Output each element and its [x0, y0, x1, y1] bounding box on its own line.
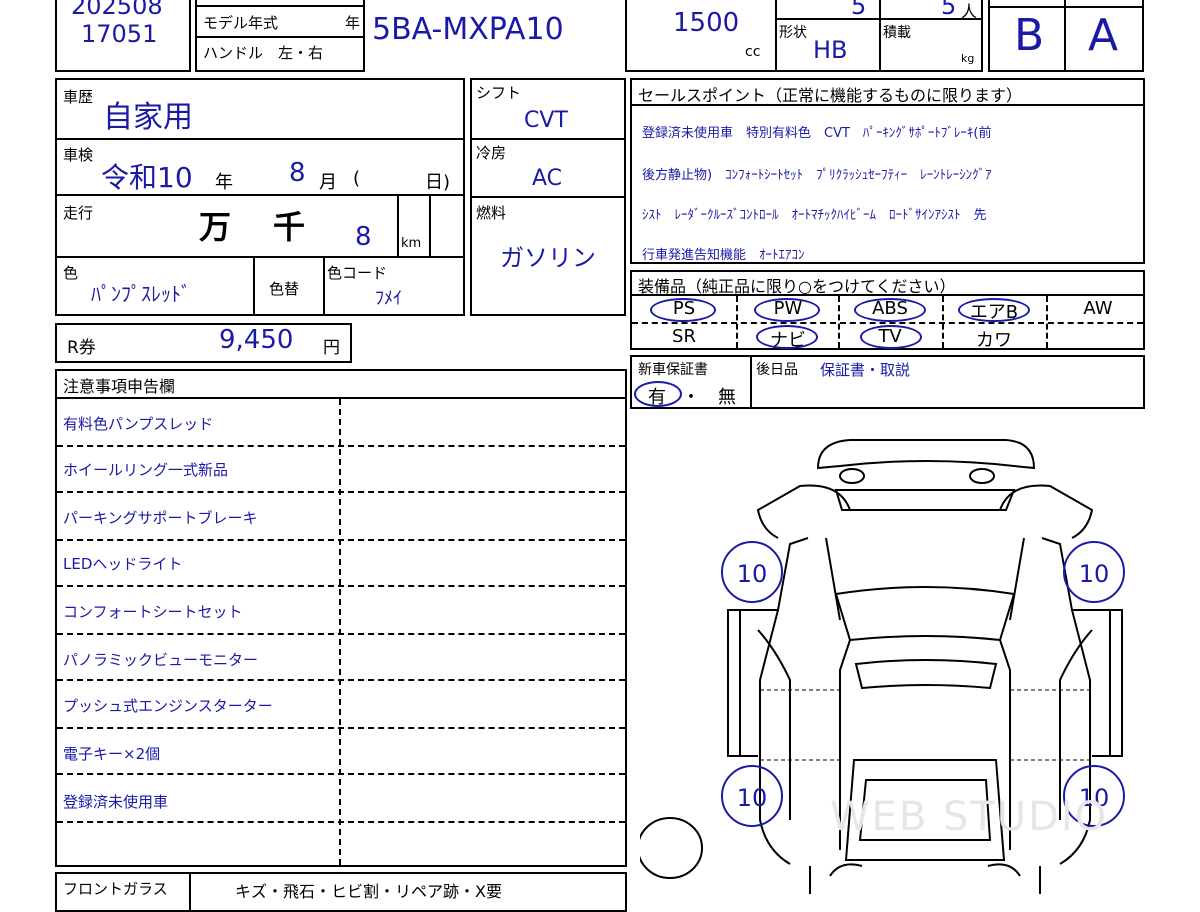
note-item: 登録済未使用車: [63, 793, 169, 811]
model-year-label: モデル年式: [203, 14, 279, 32]
capacity: 5: [941, 0, 957, 20]
note-item: ホイールリング一式新品: [63, 461, 229, 479]
color-code-label: 色コード: [327, 264, 388, 282]
inspection-label: 車検: [63, 146, 94, 164]
equip-leather: カワ: [976, 330, 1012, 351]
history-label: 車歴: [63, 88, 94, 106]
tire-rear-left: 10: [737, 784, 768, 812]
note-item: パーキングサポートブレーキ: [63, 509, 258, 527]
equipment-box: 装備品（純正品に限り○をつけてください） PS PW ABS エアB AW SR…: [630, 270, 1145, 351]
note-item: 有料色パンプスレッド: [63, 415, 214, 433]
inspection-month-unit: 月: [319, 172, 337, 193]
inspection-era: 令和10: [101, 161, 193, 194]
color-code-value: ﾌﾒｲ: [375, 288, 402, 309]
sales-line-4: 行車発進告知機能 ｵｰﾄｴｱｺﾝ: [642, 248, 805, 263]
model-year-box: モデル年式 年 ハンドル 左・右: [195, 0, 365, 72]
sales-line-1: 登録済未使用車 特別有料色 CVT ﾊﾟｰｷﾝｸﾞｻﾎﾟｰﾄﾌﾞﾚｰｷ(前: [642, 126, 992, 141]
windshield-options: キズ・飛石・ヒビ割・リペア跡・X要: [235, 882, 502, 901]
windshield-box: フロントガラス キズ・飛石・ヒビ割・リペア跡・X要: [55, 872, 627, 912]
shape-value: HB: [813, 36, 848, 64]
load-label: 積載: [883, 25, 911, 41]
note-item: 電子キー×2個: [63, 745, 161, 763]
circle-ps: [650, 298, 716, 322]
grade-exterior: B: [1014, 10, 1045, 61]
displacement: 1500: [673, 8, 740, 38]
shift-box: シフト CVT 冷房 AC 燃料 ガソリン: [470, 78, 626, 316]
capacity-unit: 人: [961, 2, 978, 21]
shape-label: 形状: [779, 25, 807, 41]
mileage-man: 万: [199, 208, 232, 246]
grade-interior: A: [1088, 10, 1119, 61]
equip-aw: AW: [1083, 298, 1113, 319]
circle-abs: [854, 298, 926, 322]
color-label: 色: [63, 264, 79, 282]
warranty-no: 無: [718, 387, 736, 408]
recycle-value: 9,450: [219, 325, 294, 355]
car-diagram: 10 10 10 10 WEB STUDIO: [640, 439, 1125, 894]
note-item: パノラミックビューモニター: [63, 651, 259, 669]
cc-unit: cc: [745, 44, 761, 60]
vehicle-info-box: 車歴 自家用 車検 令和10 年 8 月 ( 日) 走行 万 千 8 km 色 …: [55, 78, 465, 316]
sales-points-title: セールスポイント（正常に機能するものに限ります）: [638, 86, 1023, 105]
warranty-box: 新車保証書 有 ・ 無 後日品 保証書・取説: [630, 355, 1145, 409]
circle-navi: [756, 325, 818, 349]
mileage-label: 走行: [63, 204, 94, 222]
sales-line-3: ｼｽﾄ ﾚｰﾀﾞｰｸﾙｰｽﾞｺﾝﾄﾛｰﾙ ｵｰﾄﾏﾁｯｸﾊｲﾋﾞｰﾑ ﾛｰﾄﾞｻ…: [642, 208, 987, 223]
spec-box: 1500 cc 5 5 人 形状 HB 積載 kg: [625, 0, 983, 72]
sales-points-box: セールスポイント（正常に機能するものに限ります） 登録済未使用車 特別有料色 C…: [630, 78, 1145, 264]
model-year-unit: 年: [345, 14, 361, 32]
windshield-label: フロントガラス: [63, 880, 168, 898]
shift-value: CVT: [524, 108, 568, 133]
note-item: コンフォートシートセット: [63, 603, 243, 621]
color-repaint-label: 色替: [269, 280, 300, 298]
sales-line-2: 後方静止物) ｺﾝﾌｫｰﾄｼｰﾄｾｯﾄ ﾌﾟﾘｸﾗｯｼｭｾｰﾌﾃｨｰ ﾚｰﾝﾄﾚ…: [642, 168, 992, 183]
equip-sr: SR: [672, 326, 696, 347]
aircon-value: AC: [532, 166, 563, 191]
circle-pw: [754, 298, 820, 322]
fuel-value: ガソリン: [500, 244, 596, 272]
mileage-unit: km: [401, 236, 422, 251]
notes-title: 注意事項申告欄: [63, 377, 176, 396]
history-value: 自家用: [103, 100, 193, 135]
after-value: 保証書・取説: [820, 361, 911, 379]
fuel-label: 燃料: [476, 204, 507, 222]
circle-warranty-yes: [634, 381, 682, 407]
grade-box: B A: [988, 0, 1144, 72]
handle-label: ハンドル 左・右: [203, 44, 324, 62]
recycle-unit: 円: [323, 338, 340, 358]
warranty-label: 新車保証書: [638, 362, 708, 378]
doors: 5: [851, 0, 867, 20]
notes-box: 注意事項申告欄 有料色パンプスレッド ホイールリング一式新品 パーキングサポート…: [55, 369, 627, 867]
recycle-box: R券 9,450 円: [55, 323, 352, 363]
lot-top: 202508: [71, 0, 163, 20]
mileage-sen: 千: [273, 208, 306, 246]
recycle-label: R券: [67, 338, 96, 358]
color-value: ﾊﾟﾝﾌﾟｽﾚｯﾄﾞ: [91, 282, 191, 306]
watermark: WEB STUDIO: [830, 794, 1108, 840]
inspection-paren: (: [353, 168, 361, 189]
mileage-value: 8: [355, 222, 372, 252]
lot-box: 202508 17051: [55, 0, 191, 72]
tire-front-right: 10: [1079, 560, 1110, 588]
circle-airbag: [958, 298, 1030, 322]
inspection-year-unit: 年: [215, 172, 233, 193]
shift-label: シフト: [476, 84, 522, 102]
note-item: プッシュ式エンジンスターター: [63, 697, 273, 715]
warranty-dot: ・: [682, 387, 700, 408]
lot-number: 17051: [81, 20, 158, 48]
after-label: 後日品: [756, 362, 798, 378]
equipment-title: 装備品（純正品に限り○をつけてください）: [638, 277, 956, 296]
note-item: LEDヘッドライト: [63, 555, 183, 573]
aircon-label: 冷房: [476, 144, 507, 162]
inspection-month: 8: [289, 158, 306, 188]
inspection-day-unit: 日): [425, 172, 451, 193]
tire-front-left: 10: [737, 560, 768, 588]
circle-tv: [860, 325, 922, 349]
model-code: 5BA-MXPA10: [372, 12, 564, 47]
load-unit: kg: [961, 52, 975, 65]
